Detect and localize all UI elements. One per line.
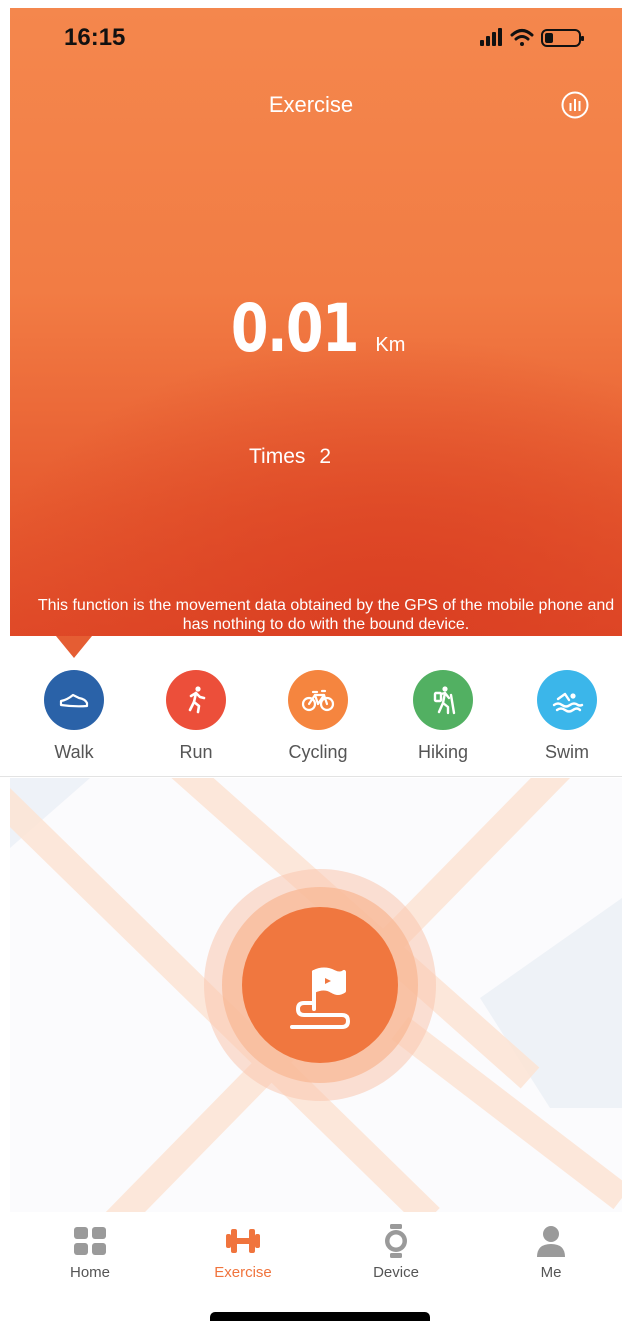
bottom-tab-bar: Home Exercise Device Me [0,1212,622,1292]
dumbbell-icon [226,1229,260,1253]
activity-type-walk[interactable]: Walk [19,665,129,763]
tab-label: Me [540,1264,562,1281]
activity-type-label: Hiking [417,742,469,762]
tab-exercise[interactable]: Exercise [193,1224,293,1281]
tab-label: Device [373,1264,419,1281]
activity-type-selector: Walk Run Cycling Hiking Swim [0,665,622,777]
grid-icon [74,1227,106,1255]
tab-me[interactable]: Me [501,1224,601,1281]
distance-display: 0.01 Km [0,290,622,367]
statistics-icon[interactable] [560,90,590,120]
battery-icon [541,29,584,47]
activity-type-label: Swim [545,742,589,762]
activity-type-label: Run [179,742,213,762]
watch-icon [385,1224,407,1258]
distance-unit: Km [375,334,406,356]
bicycle-icon [288,670,348,730]
distance-value: 0.01 [230,290,360,367]
wifi-icon [510,29,534,46]
tab-home[interactable]: Home [40,1224,140,1281]
home-indicator [210,1312,430,1321]
hiker-icon [413,670,473,730]
tab-device[interactable]: Device [346,1224,446,1281]
tab-label: Exercise [214,1264,272,1281]
signal-icon [480,28,502,46]
swimmer-icon [537,670,597,730]
activity-type-label: Walk [54,742,94,762]
start-exercise-button[interactable] [204,869,436,1101]
activity-type-cycling[interactable]: Cycling [263,665,373,763]
selected-type-pointer [56,636,92,658]
times-count: Times 2 [249,445,331,469]
status-icons [480,28,584,47]
activity-type-hiking[interactable]: Hiking [388,665,498,763]
status-time: 16:15 [64,24,126,51]
times-value: 2 [319,445,332,468]
activity-type-run[interactable]: Run [141,665,251,763]
gps-notice: This function is the movement data obtai… [37,597,615,633]
shoe-icon [44,670,104,730]
page-title: Exercise [268,92,354,117]
times-label: Times [249,445,306,468]
person-icon [537,1226,565,1257]
runner-icon [166,670,226,730]
activity-type-swim[interactable]: Swim [512,665,622,763]
tab-label: Home [69,1264,110,1281]
activity-type-label: Cycling [288,742,348,762]
